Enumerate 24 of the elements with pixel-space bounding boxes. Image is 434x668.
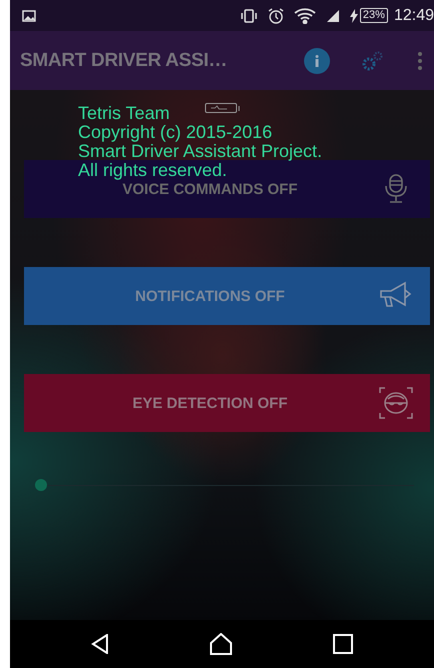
info-icon bbox=[315, 54, 319, 66]
toast-text: Smart Driver Assistant Project. bbox=[78, 142, 322, 161]
more-options-icon[interactable] bbox=[418, 52, 422, 70]
toast-text: Copyright (c) 2015-2016 bbox=[78, 123, 272, 142]
info-button[interactable] bbox=[304, 48, 330, 74]
clock-time: 12:49 bbox=[394, 6, 434, 24]
toggle-button[interactable]: EYE DETECTION OFF bbox=[24, 374, 430, 432]
slider-thumb[interactable] bbox=[35, 479, 47, 491]
toggle-button[interactable]: NOTIFICATIONS OFF bbox=[24, 267, 430, 325]
recents-icon[interactable] bbox=[333, 634, 354, 654]
signal-icon bbox=[326, 8, 340, 22]
image-icon bbox=[22, 10, 36, 22]
wifi-icon bbox=[294, 8, 316, 24]
alarm-icon bbox=[268, 8, 284, 24]
back-icon[interactable] bbox=[90, 634, 109, 654]
slider[interactable] bbox=[35, 479, 414, 491]
toast-text: Tetris Team bbox=[78, 104, 170, 123]
toast-text: All rights reserved. bbox=[78, 161, 228, 180]
charging-icon bbox=[350, 8, 358, 22]
app-title: SMART DRIVER ASSI… bbox=[20, 50, 228, 72]
home-icon[interactable] bbox=[210, 633, 232, 655]
battery-level: 23% bbox=[360, 8, 388, 23]
vibrate-icon bbox=[240, 8, 258, 22]
face-scan-icon bbox=[378, 386, 414, 420]
